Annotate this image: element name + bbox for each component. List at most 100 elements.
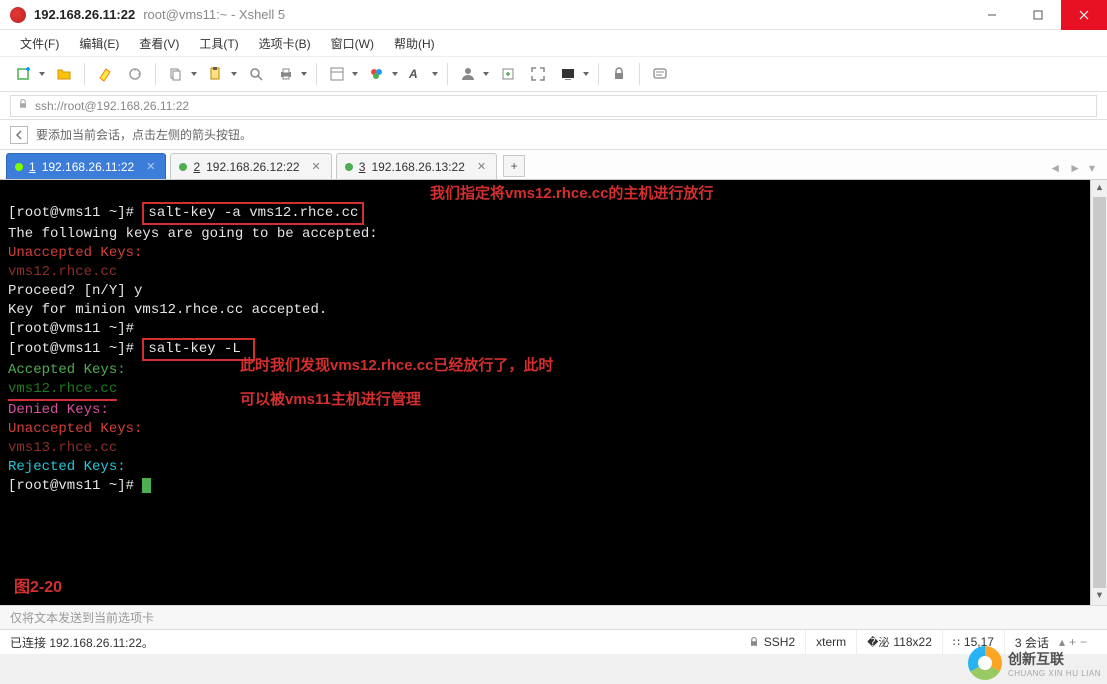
scripts-button[interactable] — [91, 60, 119, 88]
prompt: [root@vms11 ~]# — [8, 478, 142, 494]
lock-icon — [17, 98, 29, 113]
menu-edit[interactable]: 编辑(E) — [71, 32, 127, 55]
status-size: �泌118x22 — [856, 630, 942, 654]
status-dot-icon — [15, 163, 23, 171]
profile-button[interactable] — [454, 60, 492, 88]
tab-list-button[interactable]: ▾ — [1089, 161, 1095, 175]
new-session-button[interactable] — [10, 60, 48, 88]
toolbar-sep — [316, 63, 317, 85]
highlighted-command: salt-key -L — [142, 338, 255, 361]
copy-button[interactable] — [162, 60, 200, 88]
tab-next-button[interactable]: ► — [1069, 161, 1081, 175]
terminal-line: Proceed? [n/Y] y — [8, 283, 142, 299]
terminal-line: Rejected Keys: — [8, 459, 126, 475]
minimize-button[interactable] — [969, 0, 1015, 30]
app-icon — [10, 7, 26, 23]
toolbar-sep — [84, 63, 85, 85]
menu-tab[interactable]: 选项卡(B) — [251, 32, 319, 55]
terminal-line: vms12.rhce.cc — [8, 264, 117, 280]
prompt: [root@vms11 ~]# — [8, 341, 142, 357]
menu-bar: 文件(F) 编辑(E) 查看(V) 工具(T) 选项卡(B) 窗口(W) 帮助(… — [0, 30, 1107, 56]
watermark-text: 创新互联 — [1008, 651, 1064, 667]
title-bar: 192.168.26.11:22 root@vms11:~ - Xshell 5 — [0, 0, 1107, 30]
address-bar: ssh://root@192.168.26.11:22 — [0, 92, 1107, 120]
tab-3[interactable]: 3 192.168.26.13:22 ✕ — [336, 153, 497, 179]
color-scheme-button[interactable] — [363, 60, 401, 88]
highlighted-command: salt-key -a vms12.rhce.cc — [142, 202, 364, 225]
command-placeholder: 仅将文本发送到当前选项卡 — [10, 609, 154, 626]
terminal-line: Key for minion vms12.rhce.cc accepted. — [8, 302, 327, 318]
font-button[interactable]: A — [403, 60, 441, 88]
new-file-transfer-button[interactable] — [494, 60, 522, 88]
hint-bar: 要添加当前会话，点击左侧的箭头按钮。 — [0, 120, 1107, 150]
cursor-icon — [142, 478, 151, 493]
figure-label: 图2-20 — [14, 578, 62, 597]
help-button[interactable] — [646, 60, 674, 88]
menu-file[interactable]: 文件(F) — [12, 32, 67, 55]
terminal-line: Unaccepted Keys: — [8, 421, 142, 437]
tab-close-icon[interactable]: ✕ — [146, 160, 155, 173]
tab-2[interactable]: 2 192.168.26.12:22 ✕ — [170, 153, 331, 179]
status-terminal: xterm — [805, 630, 856, 654]
tab-label: 192.168.26.12:22 — [206, 160, 299, 174]
terminal-line: vms12.rhce.cc — [8, 380, 117, 401]
annotation: 此时我们发现vms12.rhce.cc已经放行了，此时 — [240, 356, 553, 375]
open-session-button[interactable] — [50, 60, 78, 88]
tab-prev-button[interactable]: ◄ — [1049, 161, 1061, 175]
menu-view[interactable]: 查看(V) — [131, 32, 187, 55]
tab-close-icon[interactable]: ✕ — [312, 160, 321, 173]
paste-button[interactable] — [202, 60, 240, 88]
menu-help[interactable]: 帮助(H) — [386, 32, 443, 55]
tab-nav: ◄ ► ▾ — [1049, 161, 1101, 179]
toolbar-sep — [639, 63, 640, 85]
fullscreen-button[interactable] — [524, 60, 552, 88]
toolbar-sep — [447, 63, 448, 85]
properties-button[interactable] — [323, 60, 361, 88]
watermark: 创新互联 CHUANG XIN HU LIAN — [968, 646, 1101, 680]
tab-number: 3 — [359, 160, 366, 174]
lock-icon — [748, 636, 760, 648]
terminal[interactable]: [root@vms11 ~]# salt-key -a vms12.rhce.c… — [0, 180, 1107, 605]
terminal-line: [root@vms11 ~]# — [8, 321, 134, 337]
status-dot-icon — [345, 163, 353, 171]
menu-window[interactable]: 窗口(W) — [323, 32, 382, 55]
status-connection: 已连接 192.168.26.11:22。 — [10, 634, 154, 651]
tab-label: 192.168.26.11:22 — [42, 160, 135, 174]
terminal-line: Accepted Keys: — [8, 362, 126, 378]
add-session-arrow-button[interactable] — [10, 126, 28, 144]
annotation: 我们指定将vms12.rhce.cc的主机进行放行 — [430, 184, 713, 203]
title-host: 192.168.26.11:22 — [34, 7, 135, 22]
watermark-logo-icon — [968, 646, 1002, 680]
toolbar-sep — [155, 63, 156, 85]
status-dot-icon — [179, 163, 187, 171]
terminal-line: Unaccepted Keys: — [8, 245, 142, 261]
lock-button[interactable] — [605, 60, 633, 88]
menu-tools[interactable]: 工具(T) — [191, 32, 246, 55]
address-text: ssh://root@192.168.26.11:22 — [35, 99, 189, 113]
annotation: 可以被vms11主机进行管理 — [240, 390, 421, 409]
tab-row: 1 192.168.26.11:22 ✕ 2 192.168.26.12:22 … — [0, 150, 1107, 180]
address-input[interactable]: ssh://root@192.168.26.11:22 — [10, 95, 1097, 117]
hint-text: 要添加当前会话，点击左侧的箭头按钮。 — [36, 126, 252, 143]
toolbar: A — [0, 56, 1107, 92]
scroll-up-icon[interactable]: ▴ — [1091, 180, 1107, 197]
print-button[interactable] — [272, 60, 310, 88]
status-bar: 已连接 192.168.26.11:22。 SSH2 xterm �泌118x2… — [0, 629, 1107, 654]
tab-1[interactable]: 1 192.168.26.11:22 ✕ — [6, 153, 166, 179]
window-controls — [969, 0, 1107, 30]
tab-close-icon[interactable]: ✕ — [477, 160, 486, 173]
terminal-line: vms13.rhce.cc — [8, 440, 117, 456]
tab-label: 192.168.26.13:22 — [371, 160, 464, 174]
status-proto-text: SSH2 — [764, 635, 795, 649]
reconnect-button[interactable] — [121, 60, 149, 88]
scrollbar-thumb[interactable] — [1093, 197, 1106, 588]
tab-add-button[interactable]: + — [503, 155, 525, 177]
maximize-button[interactable] — [1015, 0, 1061, 30]
title-session: root@vms11:~ - Xshell 5 — [143, 7, 285, 22]
close-button[interactable] — [1061, 0, 1107, 30]
find-button[interactable] — [242, 60, 270, 88]
scrollbar[interactable]: ▴ ▾ — [1090, 180, 1107, 605]
terminal-type-button[interactable] — [554, 60, 592, 88]
command-input-bar[interactable]: 仅将文本发送到当前选项卡 — [0, 605, 1107, 629]
scroll-down-icon[interactable]: ▾ — [1091, 588, 1107, 605]
